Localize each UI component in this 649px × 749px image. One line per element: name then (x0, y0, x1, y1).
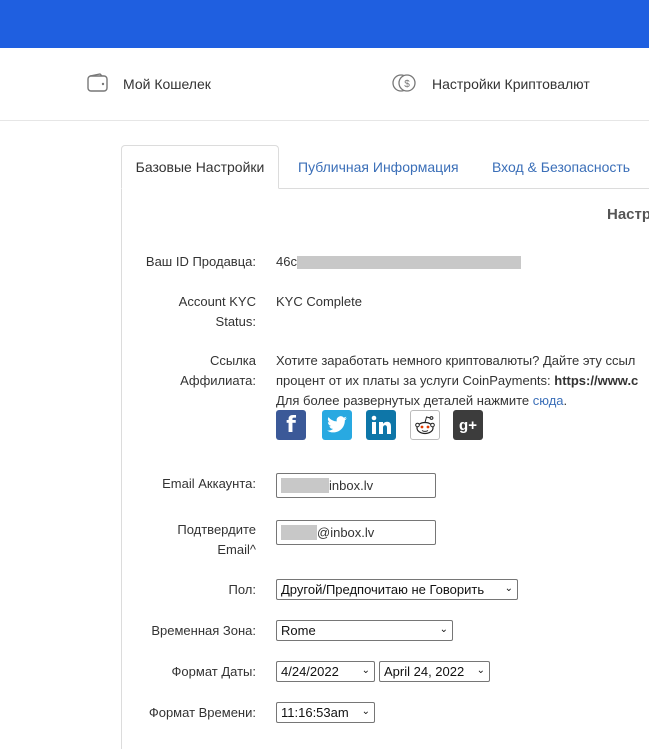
redacted-block (281, 478, 329, 493)
chevron-down-icon: ⌄ (361, 665, 370, 676)
twitter-bird-icon (327, 416, 347, 433)
affiliate-label-line1: Ссылка (209, 353, 256, 368)
time-format-value: 11:16:53am (281, 705, 349, 720)
affiliate-line3-dot: . (563, 393, 568, 408)
seller-id-value: 46c (276, 252, 521, 272)
wallet-icon (87, 72, 109, 96)
settings-tabs: Базовые Настройки Публичная Информация В… (121, 145, 649, 189)
affiliate-link-label: Ссылка Аффилиата: (180, 351, 256, 391)
tab-public-info[interactable]: Публичная Информация (298, 145, 459, 189)
seller-id-text: 46c (276, 254, 297, 269)
sub-navigation: Мой Кошелек $ Настройки Криптовалют (0, 48, 649, 121)
date-format-long-select[interactable]: April 24, 2022 ⌄ (379, 661, 490, 682)
top-header-bar (0, 0, 649, 48)
date-format-short-value: 4/24/2022 (281, 664, 339, 679)
redacted-block (281, 525, 317, 540)
affiliate-line3-text: Для более развернутых деталей нажмите (276, 393, 533, 408)
coins-icon: $ (392, 72, 418, 97)
chevron-down-icon: ⌄ (476, 665, 485, 676)
googleplus-share-icon[interactable]: g+ (453, 410, 483, 440)
account-email-label: Email Аккаунта: (162, 476, 256, 491)
confirm-email-label-line2: Email^ (217, 542, 256, 557)
facebook-letter: f (286, 412, 296, 438)
confirm-email-input[interactable]: @inbox.lv (276, 520, 436, 545)
redacted-block (296, 256, 521, 270)
details-link[interactable]: сюда (533, 393, 564, 408)
gender-select[interactable]: Другой/Предпочитаю не Говорить ⌄ (276, 579, 518, 600)
kyc-label-line1: Account KYC (178, 294, 256, 309)
account-email-value: inbox.lv (329, 478, 374, 493)
affiliate-line3: Для более развернутых деталей нажмите сю… (276, 391, 638, 411)
account-email-input[interactable]: inbox.lv (276, 473, 436, 498)
seller-id-label: Ваш ID Продавца: (145, 254, 256, 269)
date-format-label: Формат Даты: (171, 664, 256, 679)
timezone-selected-value: Rome (281, 623, 316, 638)
affiliate-text: Хотите заработать немного криптовалюты? … (276, 351, 638, 411)
tab-login-security[interactable]: Вход & Безопасность (492, 145, 630, 189)
time-format-label: Формат Времени: (148, 705, 256, 720)
chevron-down-icon: ⌄ (439, 624, 448, 635)
svg-text:$: $ (404, 79, 410, 90)
twitter-share-icon[interactable] (322, 410, 352, 440)
affiliate-url[interactable]: https://www.c (554, 373, 638, 388)
nav-crypto-settings[interactable]: $ Настройки Криптовалют (392, 48, 590, 120)
nav-my-wallet-label: Мой Кошелек (123, 76, 211, 92)
affiliate-line2-text: процент от их платы за услуги CoinPaymen… (276, 373, 555, 388)
linkedin-share-icon[interactable] (366, 410, 396, 440)
date-format-long-value: April 24, 2022 (384, 664, 465, 679)
timezone-select[interactable]: Rome ⌄ (276, 620, 453, 641)
nav-my-wallet[interactable]: Мой Кошелек (87, 48, 211, 120)
affiliate-line1: Хотите заработать немного криптовалюты? … (276, 353, 636, 368)
facebook-share-icon[interactable]: f (276, 410, 306, 440)
confirm-email-label: Подтвердите Email^ (177, 520, 256, 560)
timezone-label: Временная Зона: (151, 623, 256, 638)
reddit-share-icon[interactable] (410, 410, 440, 440)
linkedin-logo-icon (371, 415, 391, 434)
affiliate-line2: процент от их платы за услуги CoinPaymen… (276, 371, 638, 391)
chevron-down-icon: ⌄ (504, 583, 513, 594)
kyc-status-value: KYC Complete (276, 294, 362, 309)
confirm-email-label-line1: Подтвердите (177, 522, 256, 537)
section-title: Настр (607, 206, 649, 223)
affiliate-label-line2: Аффилиата: (180, 373, 256, 388)
kyc-label-line2: Status: (215, 314, 256, 329)
nav-crypto-settings-label: Настройки Криптовалют (432, 76, 590, 92)
time-format-select[interactable]: 11:16:53am ⌄ (276, 702, 375, 723)
kyc-status-label: Account KYC Status: (179, 292, 256, 332)
gender-label: Пол: (228, 582, 257, 597)
tab-basic-settings[interactable]: Базовые Настройки (121, 145, 279, 189)
googleplus-text: g+ (459, 416, 477, 434)
reddit-alien-icon (415, 416, 435, 435)
gender-selected-value: Другой/Предпочитаю не Говорить (281, 582, 485, 597)
confirm-email-value: @inbox.lv (317, 525, 375, 540)
date-format-short-select[interactable]: 4/24/2022 ⌄ (276, 661, 375, 682)
chevron-down-icon: ⌄ (361, 706, 370, 717)
